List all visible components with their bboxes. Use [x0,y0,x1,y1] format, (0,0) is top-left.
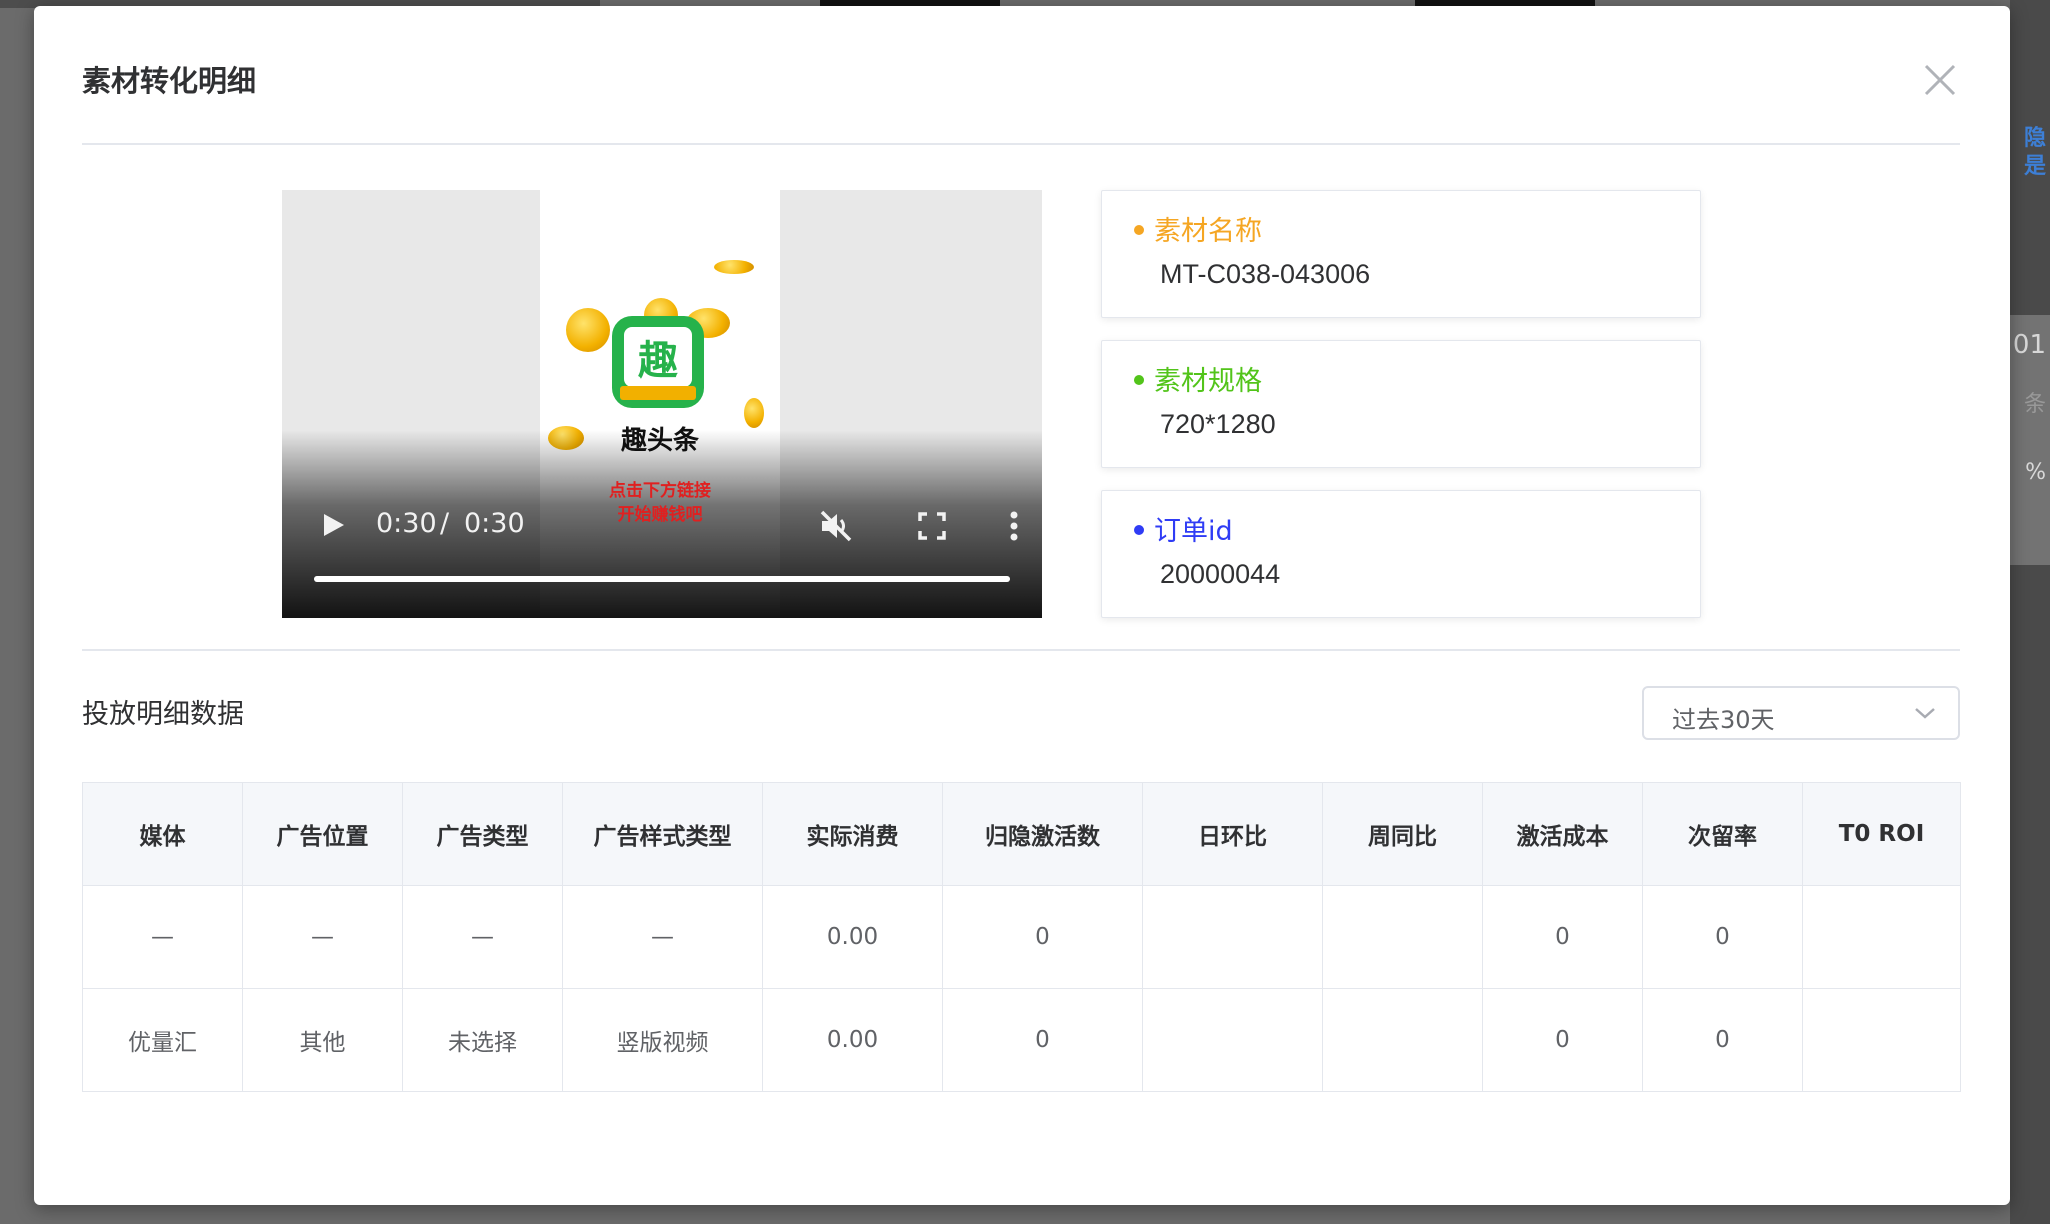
material-spec-value: 720*1280 [1160,409,1276,439]
backdrop-text: 是 [2023,154,2046,179]
column-header: 激活成本 [1482,782,1643,886]
app-logo-icon: 趣 [612,316,704,408]
mute-button[interactable] [818,508,854,544]
table-cell: 0.00 [762,988,943,1092]
date-range-value: 过去30天 [1672,706,1775,734]
status-dot [1134,374,1144,385]
table-cell: 0 [1482,988,1643,1092]
video-player[interactable]: 趣 趣头条 点击下方链接 开始赚钱吧 0:30 / 0:30 [282,190,1042,618]
column-header: 广告位置 [242,782,403,886]
material-spec-card: 素材规格 720*1280 [1101,340,1701,468]
table-cell [1142,885,1323,989]
order-id-value: 20000044 [1160,559,1281,589]
table-row: 优量汇 其他 未选择 竖版视频 0.00 0 0 0 [82,988,1961,1092]
material-name-label: 素材名称 [1134,209,1262,248]
fullscreen-icon [918,512,946,540]
table-cell: 0 [942,988,1143,1092]
backdrop-text: 01 [2012,330,2046,360]
column-header: 日环比 [1142,782,1323,886]
column-header: T0 ROI [1802,782,1961,886]
column-header: 广告类型 [402,782,563,886]
section-title: 投放明细数据 [82,699,244,730]
order-id-label: 订单id [1134,509,1233,548]
material-spec-label: 素材规格 [1134,359,1262,398]
volume-muted-icon [820,510,852,542]
table-cell [1802,988,1961,1092]
video-time-separator: / [440,508,450,539]
backdrop-text: % [2025,460,2046,485]
app-logo-glyph: 趣 [624,327,692,387]
column-header: 媒体 [82,782,243,886]
video-total-time: 0:30 [464,508,525,539]
material-name-value: MT-C038-043006 [1160,259,1371,289]
video-current-time: 0:30 [376,508,437,539]
backdrop-text: 条 [2023,392,2046,417]
more-options-button[interactable] [1008,508,1020,544]
header-divider [82,143,1960,145]
play-icon [324,514,344,536]
material-name-label-text: 素材名称 [1154,216,1262,247]
column-header: 归隐激活数 [942,782,1143,886]
column-header: 实际消费 [762,782,943,886]
app-logo-band [620,386,696,400]
table-cell: 0 [942,885,1143,989]
table-header-row: 媒体 广告位置 广告类型 广告样式类型 实际消费 归隐激活数 日环比 周同比 激… [82,782,1961,886]
material-spec-label-text: 素材规格 [1154,366,1262,397]
play-button[interactable] [318,510,348,540]
order-id-label-text: 订单id [1154,516,1233,547]
order-id-card: 订单id 20000044 [1101,490,1701,618]
video-promo-line: 点击下方链接 [609,481,711,501]
table-cell: 优量汇 [82,988,243,1092]
table-cell: — [402,885,563,989]
status-dot [1134,224,1144,235]
video-progress-bar[interactable] [314,576,1010,582]
table-cell: — [82,885,243,989]
table-cell: 其他 [242,988,403,1092]
more-vertical-icon [1010,511,1018,541]
video-promo-line: 开始赚钱吧 [617,505,703,525]
table-cell [1802,885,1961,989]
coin-graphic [566,308,610,352]
material-conversion-dialog: 素材转化明细 趣 趣头条 点击下方链接 开始赚钱吧 0:30 / [34,6,2010,1205]
table-cell: — [562,885,763,989]
fullscreen-button[interactable] [916,510,948,542]
column-header: 周同比 [1322,782,1483,886]
placement-data-table: 媒体 广告位置 广告类型 广告样式类型 实际消费 归隐激活数 日环比 周同比 激… [82,782,1961,1092]
coin-graphic [714,260,754,274]
video-progress-fill [314,576,1010,582]
material-name-card: 素材名称 MT-C038-043006 [1101,190,1701,318]
table-cell [1142,988,1323,1092]
close-icon [1924,64,1956,96]
table-cell: — [242,885,403,989]
close-button[interactable] [1914,54,1966,106]
table-cell: 竖版视频 [562,988,763,1092]
table-cell [1322,885,1483,989]
date-range-select[interactable]: 过去30天 [1642,686,1960,740]
backdrop-right-panel [2010,0,2050,1224]
column-header: 次留率 [1642,782,1803,886]
table-cell: 0 [1642,885,1803,989]
chevron-down-icon [1915,708,1935,719]
table-cell: 0.00 [762,885,943,989]
table-cell: 0 [1642,988,1803,1092]
table-cell [1322,988,1483,1092]
table-cell: 未选择 [402,988,563,1092]
column-header: 广告样式类型 [562,782,763,886]
table-cell: 0 [1482,885,1643,989]
dialog-title: 素材转化明细 [82,64,257,98]
section-divider [82,649,1960,651]
table-row: — — — — 0.00 0 0 0 [82,885,1961,989]
status-dot [1134,524,1144,535]
